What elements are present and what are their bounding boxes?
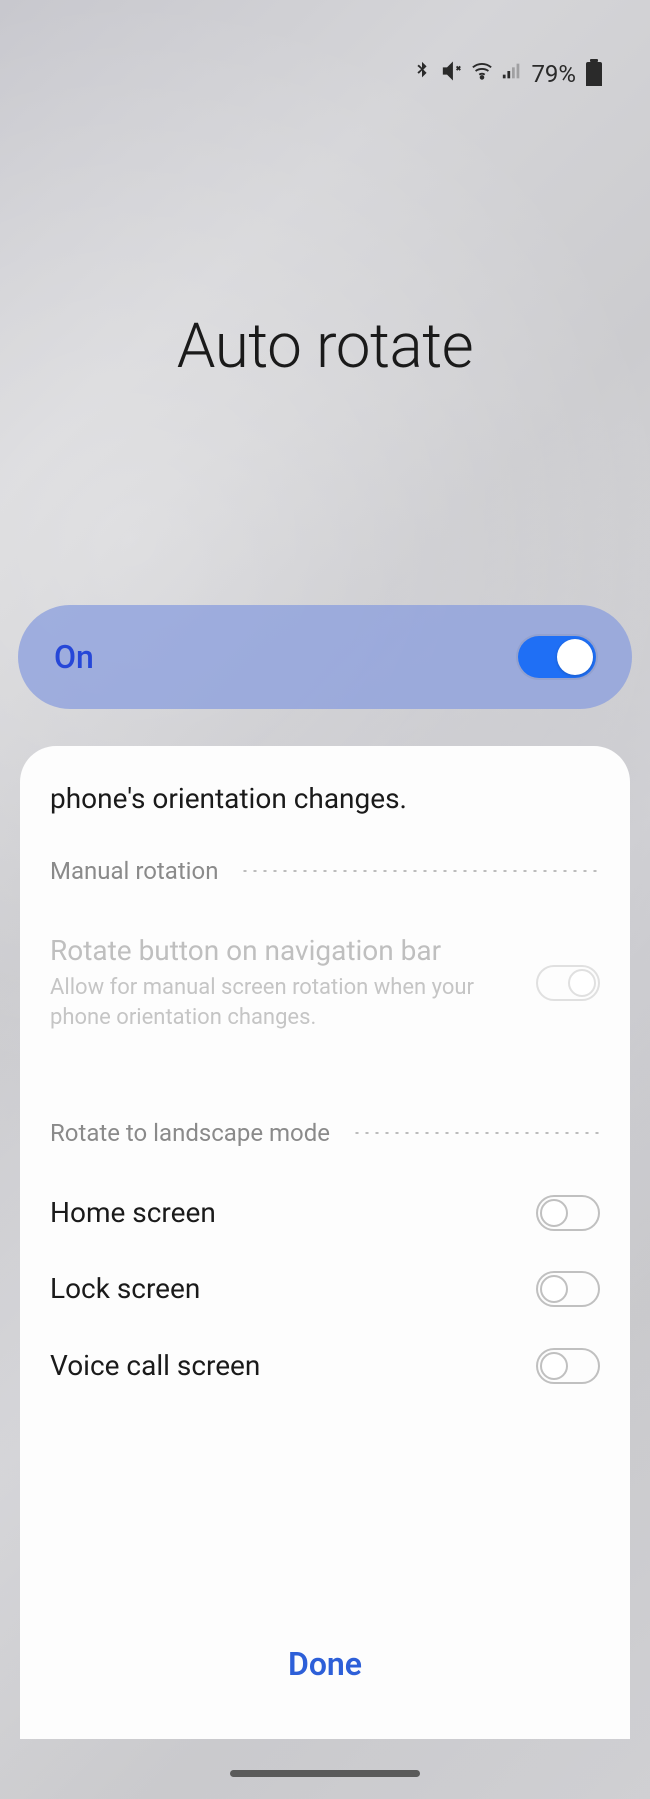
settings-panel: phone's orientation changes. Manual rota… (20, 746, 630, 1739)
toggle-lock-screen[interactable] (536, 1271, 600, 1307)
battery-icon (586, 62, 602, 86)
setting-text: Lock screen (50, 1271, 516, 1307)
dotted-divider (240, 870, 600, 872)
setting-title: Rotate button on navigation bar (50, 933, 516, 969)
section-header-landscape: Rotate to landscape mode (50, 1119, 600, 1147)
toggle-voice-call-screen[interactable] (536, 1348, 600, 1384)
navigation-handle[interactable] (230, 1770, 420, 1777)
setting-title: Lock screen (50, 1271, 516, 1307)
wifi-icon (471, 60, 493, 88)
signal-icon (501, 60, 523, 88)
setting-text: Rotate button on navigation bar Allow fo… (50, 933, 516, 1033)
setting-title: Voice call screen (50, 1348, 516, 1384)
setting-voice-call-screen[interactable]: Voice call screen (50, 1328, 600, 1404)
setting-lock-screen[interactable]: Lock screen (50, 1251, 600, 1327)
setting-home-screen[interactable]: Home screen (50, 1175, 600, 1251)
status-bar: 79% (411, 60, 602, 88)
setting-rotate-nav-button: Rotate button on navigation bar Allow fo… (50, 913, 600, 1053)
done-button[interactable]: Done (20, 1645, 630, 1683)
intro-text: phone's orientation changes. (50, 782, 600, 815)
section-label: Rotate to landscape mode (50, 1119, 330, 1147)
section-header-manual: Manual rotation (50, 857, 600, 885)
dotted-divider (352, 1132, 600, 1134)
page-title: Auto rotate (0, 310, 650, 383)
setting-title: Home screen (50, 1195, 516, 1231)
setting-text: Voice call screen (50, 1348, 516, 1384)
setting-desc: Allow for manual screen rotation when yo… (50, 973, 516, 1032)
toggle-rotate-nav-button (536, 965, 600, 1001)
setting-text: Home screen (50, 1195, 516, 1231)
main-toggle-label: On (54, 638, 94, 676)
mute-icon (441, 60, 463, 88)
bluetooth-icon (411, 60, 433, 88)
battery-percent: 79% (531, 60, 576, 88)
main-toggle-row[interactable]: On (18, 605, 632, 709)
section-label: Manual rotation (50, 857, 218, 885)
main-toggle-switch[interactable] (518, 636, 596, 678)
toggle-home-screen[interactable] (536, 1195, 600, 1231)
